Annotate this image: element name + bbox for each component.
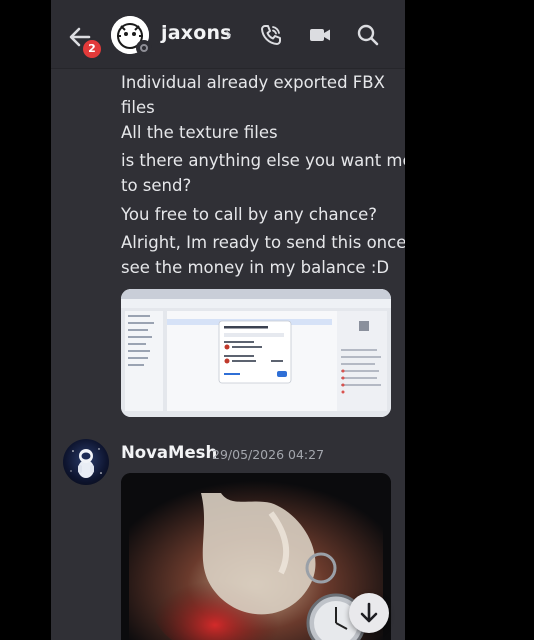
message-text: You free to call by any chance?: [121, 205, 378, 224]
message-text: to send?: [121, 176, 192, 195]
offline-status-icon: [136, 40, 152, 56]
unread-badge: 2: [81, 38, 103, 60]
phone-call-icon[interactable]: [258, 22, 284, 48]
chat-header: 2 jaxons ›: [51, 0, 405, 68]
search-icon[interactable]: [355, 22, 381, 48]
video-call-icon[interactable]: [307, 22, 333, 48]
scroll-to-bottom-button[interactable]: [349, 593, 389, 633]
screenshot-attachment[interactable]: [121, 289, 391, 417]
message-text: Alright, Im ready to send this once I: [121, 233, 405, 252]
astronaut-avatar-image: [70, 448, 102, 478]
message-text: All the texture files: [121, 123, 278, 142]
chevron-right-icon[interactable]: ›: [225, 24, 232, 45]
arrow-down-icon: [360, 602, 378, 623]
screenshot-image: [121, 289, 391, 417]
message-text: files: [121, 98, 155, 117]
chat-username[interactable]: jaxons: [161, 22, 232, 44]
author-name[interactable]: NovaMesh: [121, 443, 217, 462]
message-timestamp: 29/05/2026 04:27: [212, 447, 325, 462]
author-avatar[interactable]: [63, 439, 109, 485]
message-text: is there anything else you want me: [121, 151, 405, 170]
message-text: see the money in my balance :D: [121, 258, 390, 277]
chat-screen: 2 jaxons › Individual already exported F…: [51, 0, 405, 640]
message-list[interactable]: Individual already exported FBX files Al…: [51, 69, 405, 640]
message-text: Individual already exported FBX: [121, 73, 385, 92]
